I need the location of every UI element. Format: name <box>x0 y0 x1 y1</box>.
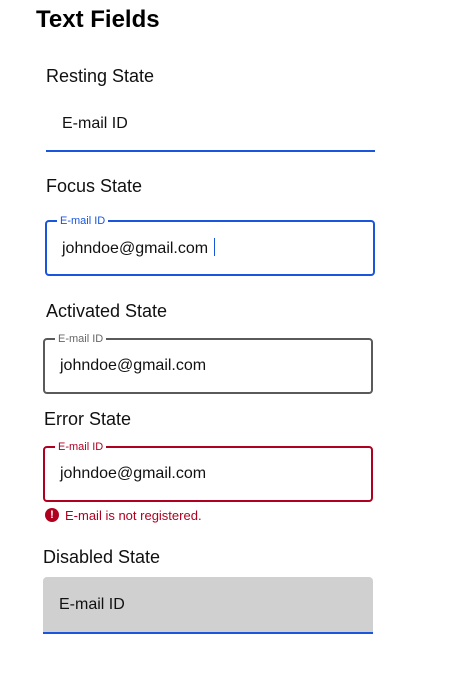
focus-email-field[interactable]: E-mail ID johndoe@gmail.com <box>45 214 375 276</box>
resting-email-field[interactable]: E-mail ID <box>46 104 375 152</box>
text-fields-page: Text Fields Resting State E-mail ID Focu… <box>0 0 474 675</box>
focus-email-value-wrap: johndoe@gmail.com <box>62 238 216 258</box>
error-email-field[interactable]: E-mail ID johndoe@gmail.com <box>43 440 373 502</box>
activated-state-label: Activated State <box>46 301 168 321</box>
page-title: Text Fields <box>36 6 160 33</box>
text-caret <box>214 238 216 256</box>
disabled-email-placeholder: E-mail ID <box>59 596 125 613</box>
activated-email-field[interactable]: E-mail ID johndoe@gmail.com <box>43 332 373 394</box>
error-helper-text: ! E-mail is not registered. <box>45 506 202 524</box>
resting-state-label: Resting State <box>46 66 155 86</box>
focus-email-value: johndoe@gmail.com <box>62 240 209 257</box>
focus-state-label: Focus State <box>46 176 143 196</box>
error-email-floating-label: E-mail ID <box>55 440 107 454</box>
focus-email-floating-label: E-mail ID <box>57 214 109 228</box>
disabled-state-label: Disabled State <box>43 547 161 567</box>
resting-email-placeholder: E-mail ID <box>62 115 128 132</box>
activated-email-floating-label: E-mail ID <box>55 332 107 346</box>
disabled-email-field: E-mail ID <box>43 577 373 634</box>
activated-email-value: johndoe@gmail.com <box>60 357 207 374</box>
error-circle-icon: ! <box>45 508 59 522</box>
error-message: E-mail is not registered. <box>65 507 202 523</box>
error-state-label: Error State <box>44 409 132 429</box>
error-email-value: johndoe@gmail.com <box>60 465 207 482</box>
